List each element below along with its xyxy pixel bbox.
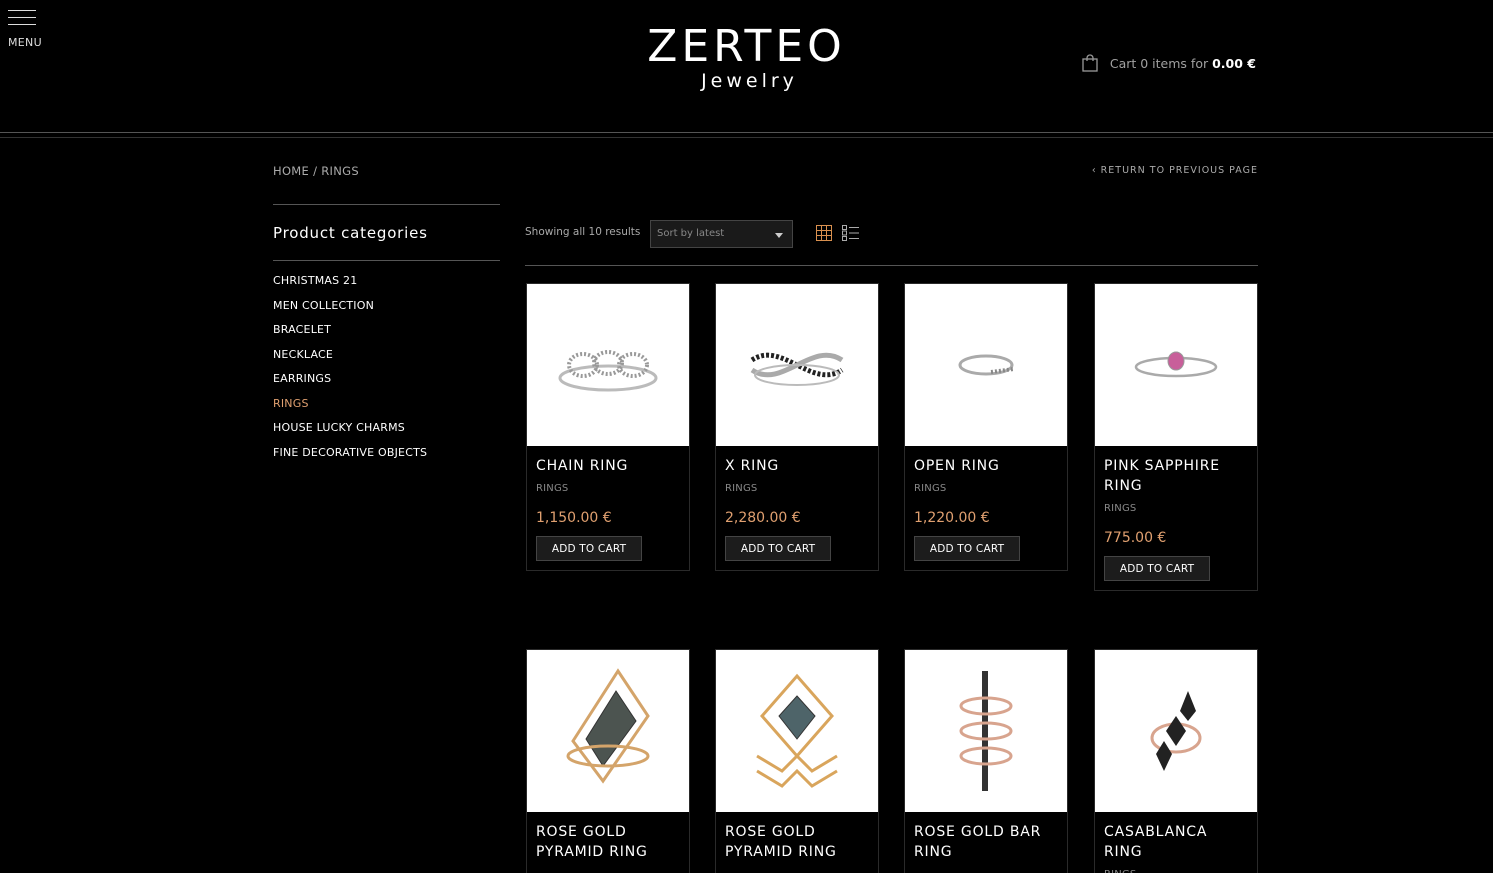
product-card[interactable]: X RING RINGS 2,280.00 € ADD TO CART (715, 283, 879, 571)
category-item[interactable]: FINE DECORATIVE OBJECTS (273, 446, 500, 471)
product-category[interactable]: RINGS (905, 476, 1067, 494)
product-name[interactable]: ROSE GOLD PYRAMID RING (716, 812, 878, 862)
logo-main-text: ZERTEO (647, 21, 846, 72)
product-image[interactable] (527, 650, 689, 812)
product-name[interactable]: CHAIN RING (527, 446, 689, 476)
product-card[interactable]: ROSE GOLD PYRAMID RING (526, 649, 690, 873)
header-divider-secondary (0, 137, 1493, 138)
rose-gold-pyramid-ring-image (756, 673, 838, 788)
product-image[interactable] (1095, 650, 1257, 812)
product-card[interactable]: CASABLANCA RING RINGS (1094, 649, 1258, 873)
caret-down-icon (775, 233, 783, 238)
breadcrumb-home-link[interactable]: HOME (273, 164, 309, 178)
cart-total: 0.00 € (1212, 55, 1256, 71)
x-ring-image (750, 352, 844, 386)
product-card[interactable]: CHAIN RING RINGS 1,150.00 € ADD TO CART (526, 283, 690, 571)
shopping-bag-icon (1082, 54, 1098, 72)
product-name[interactable]: CASABLANCA RING (1095, 812, 1257, 862)
chain-ring-image (558, 350, 658, 392)
product-card[interactable]: ROSE GOLD BAR RING (904, 649, 1068, 873)
category-item[interactable]: HOUSE LUCKY CHARMS (273, 421, 500, 446)
add-to-cart-button[interactable]: ADD TO CART (536, 536, 642, 561)
breadcrumb-separator: / (313, 164, 318, 178)
hamburger-icon[interactable] (8, 10, 40, 25)
product-image[interactable] (527, 284, 689, 446)
category-item-active[interactable]: RINGS (273, 397, 500, 422)
product-price: 1,150.00 € (536, 510, 612, 526)
sort-select[interactable]: Sort by latest (650, 220, 793, 248)
shop-toolbar: Showing all 10 results Sort by latest (525, 220, 1258, 266)
casablanca-ring-image (1150, 691, 1202, 771)
sidebar-divider-bottom (273, 260, 500, 261)
product-price: 2,280.00 € (725, 510, 801, 526)
open-ring-image (958, 354, 1015, 376)
return-previous-link[interactable]: ‹ RETURN TO PREVIOUS PAGE (1092, 165, 1258, 176)
sidebar: Product categories CHRISTMAS 21 MEN COLL… (273, 204, 500, 470)
grid-view-icon[interactable] (816, 225, 832, 241)
product-name[interactable]: ROSE GOLD BAR RING (905, 812, 1067, 862)
product-name[interactable]: ROSE GOLD PYRAMID RING (527, 812, 689, 862)
cart-text: Cart 0 items for (1109, 55, 1209, 71)
category-item[interactable]: EARRINGS (273, 372, 500, 397)
logo-sub-text: Jewelry (701, 70, 798, 92)
category-item[interactable]: BRACELET (273, 323, 500, 348)
product-price: 1,220.00 € (914, 510, 990, 526)
cart-summary[interactable]: Cart 0 items for 0.00 € (1082, 54, 1256, 72)
product-image[interactable] (716, 650, 878, 812)
product-category[interactable]: RINGS (716, 476, 878, 494)
product-image[interactable] (716, 284, 878, 446)
product-image[interactable] (1095, 284, 1257, 446)
product-category[interactable]: RINGS (1095, 496, 1257, 514)
sort-selected-value: Sort by latest (657, 228, 725, 239)
sidebar-title: Product categories (273, 224, 428, 242)
product-name[interactable]: OPEN RING (905, 446, 1067, 476)
product-name[interactable]: PINK SAPPHIRE RING (1095, 446, 1257, 496)
add-to-cart-button[interactable]: ADD TO CART (725, 536, 831, 561)
site-logo[interactable]: ZERTEO Jewelry (0, 21, 1493, 93)
rose-gold-bar-ring-image (959, 671, 1013, 791)
product-card[interactable]: OPEN RING RINGS 1,220.00 € ADD TO CART (904, 283, 1068, 571)
rose-gold-pyramid-ring-image (566, 668, 650, 784)
product-card[interactable]: ROSE GOLD PYRAMID RING (715, 649, 879, 873)
product-category[interactable]: RINGS (527, 476, 689, 494)
result-count: Showing all 10 results (525, 226, 641, 238)
product-image[interactable] (905, 284, 1067, 446)
add-to-cart-button[interactable]: ADD TO CART (914, 536, 1020, 561)
breadcrumb: HOME / RINGS (273, 164, 359, 178)
category-item[interactable]: NECKLACE (273, 348, 500, 373)
breadcrumb-current: RINGS (321, 164, 359, 178)
product-category[interactable]: RINGS (1095, 862, 1257, 873)
category-list: CHRISTMAS 21 MEN COLLECTION BRACELET NEC… (273, 274, 500, 470)
header-divider (0, 132, 1493, 133)
product-name[interactable]: X RING (716, 446, 878, 476)
add-to-cart-button[interactable]: ADD TO CART (1104, 556, 1210, 581)
product-card[interactable]: PINK SAPPHIRE RING RINGS 775.00 € ADD TO… (1094, 283, 1258, 591)
list-view-icon[interactable] (842, 225, 859, 241)
category-item[interactable]: CHRISTMAS 21 (273, 274, 500, 299)
category-item[interactable]: MEN COLLECTION (273, 299, 500, 324)
pink-sapphire-ring-image (1134, 351, 1218, 378)
product-image[interactable] (905, 650, 1067, 812)
product-price: 775.00 € (1104, 530, 1167, 546)
